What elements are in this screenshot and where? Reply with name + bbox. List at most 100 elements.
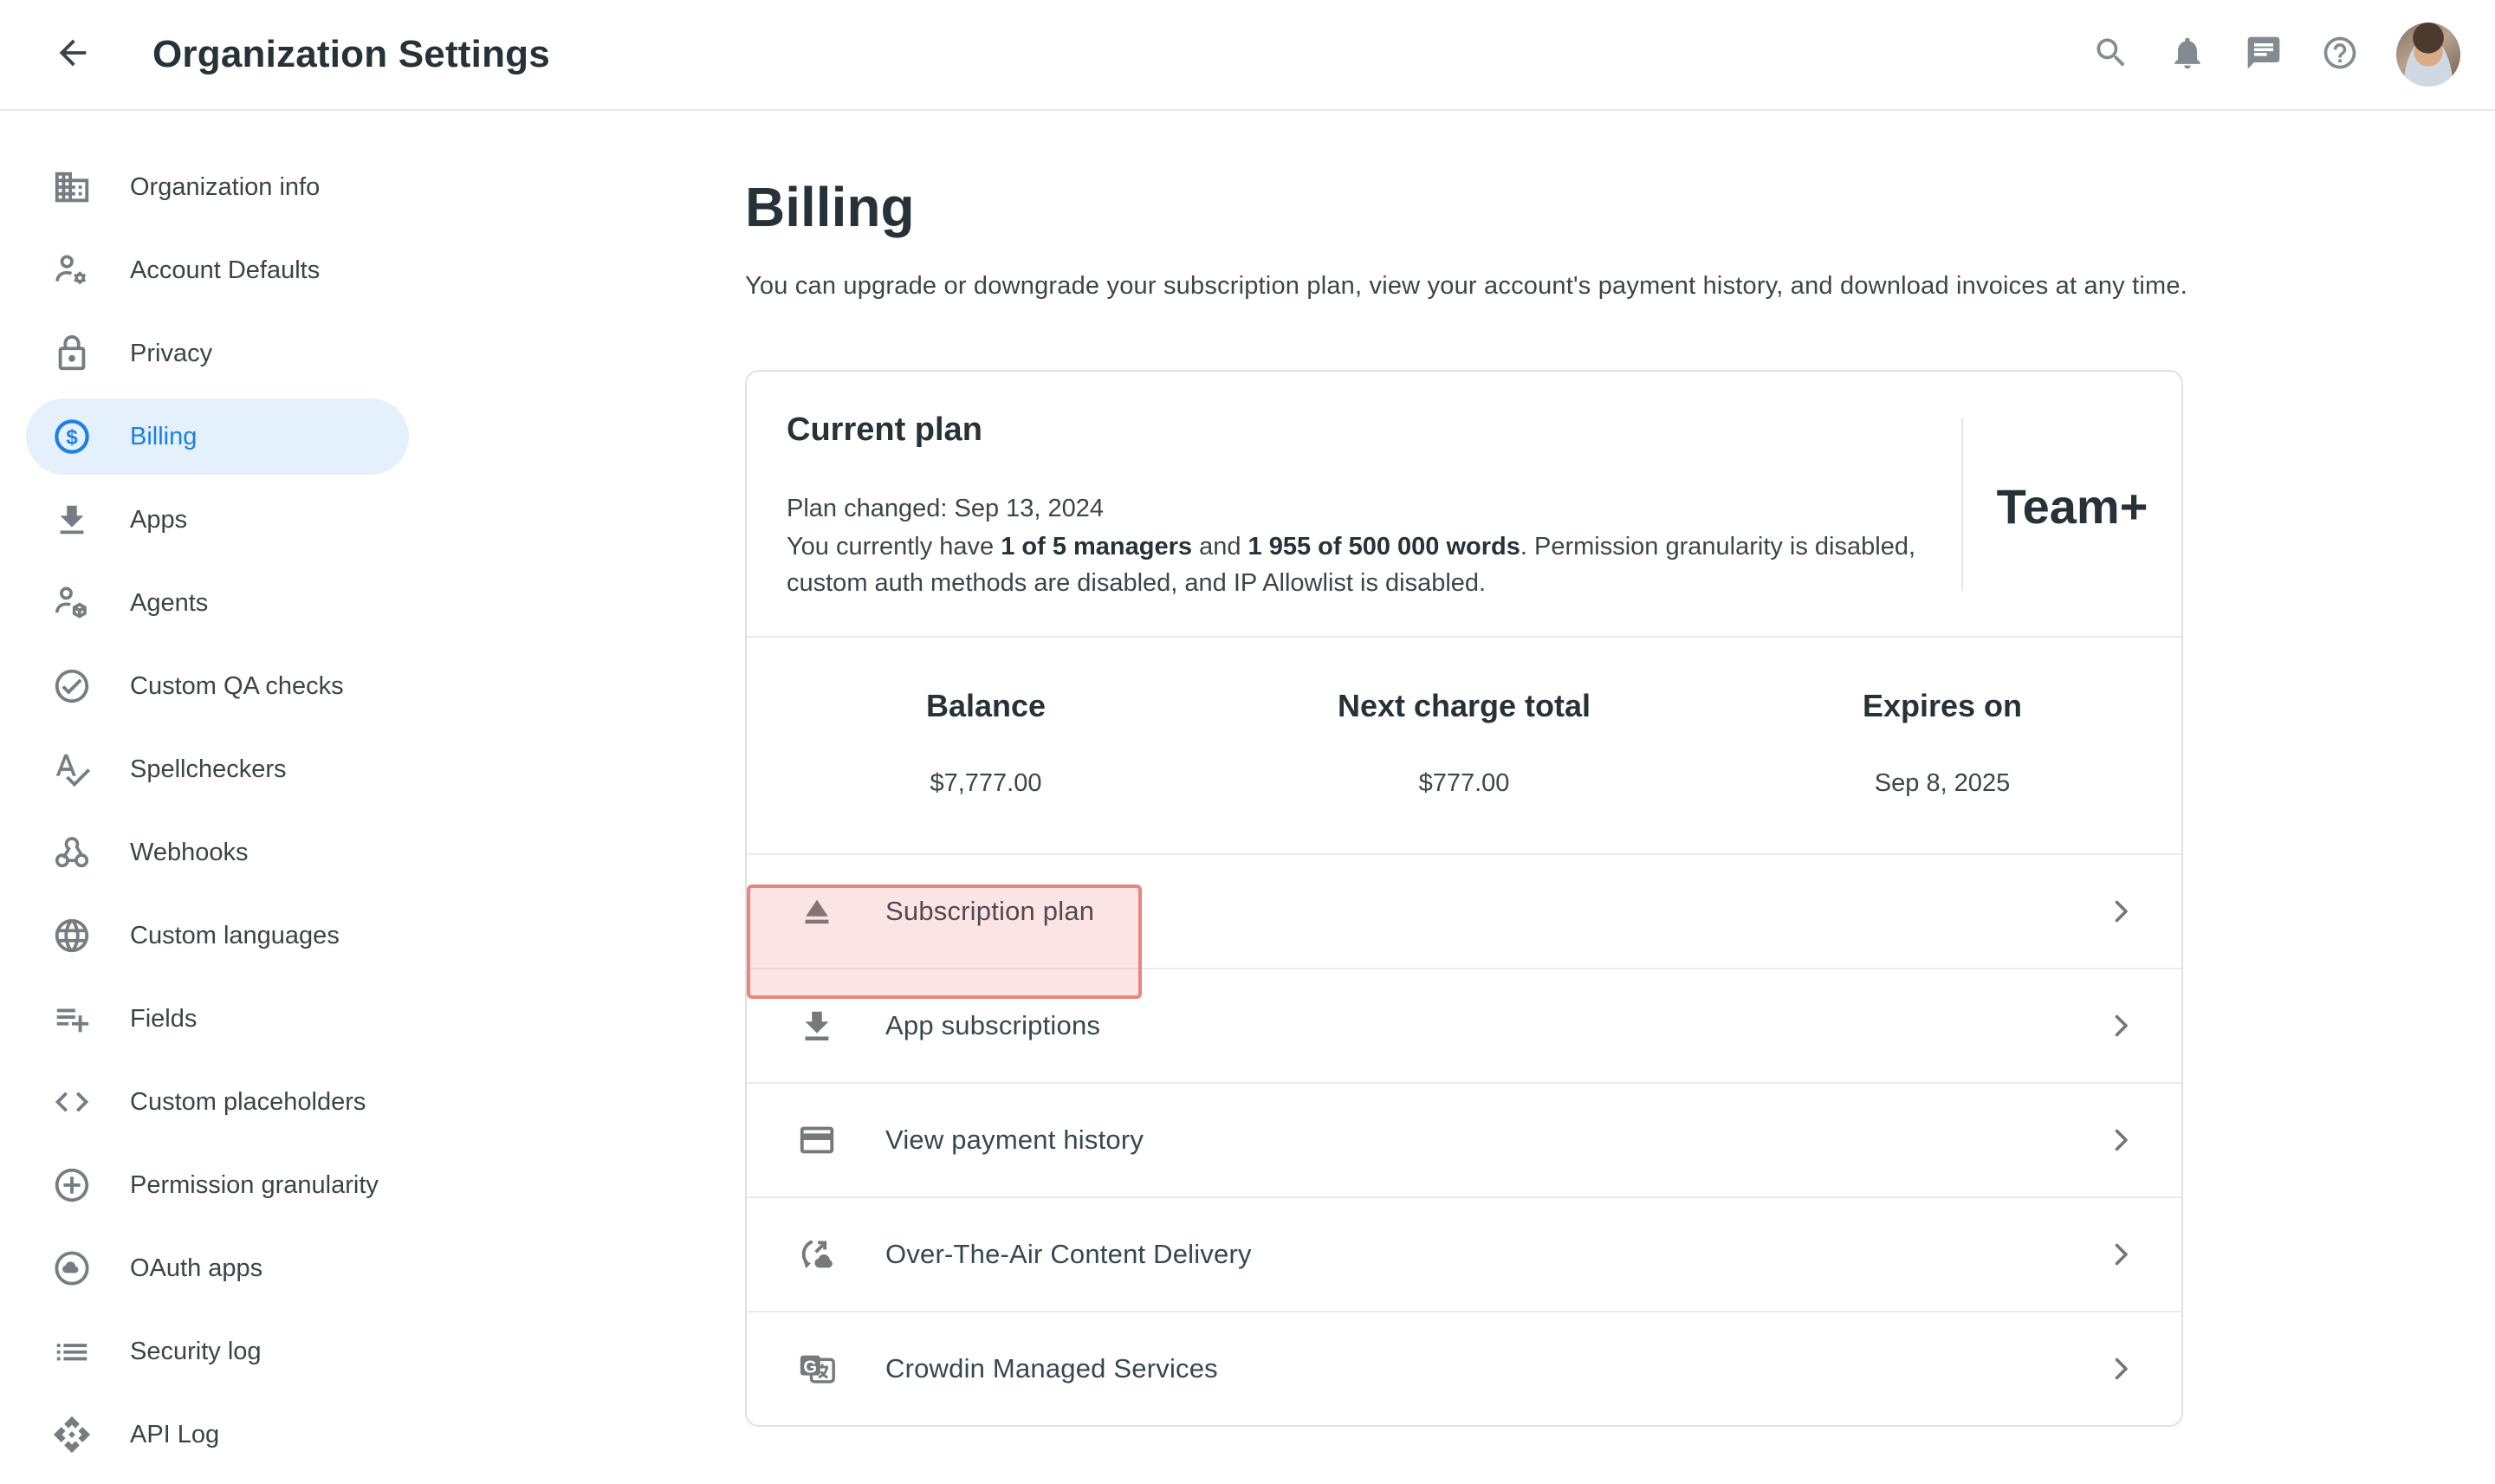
sidebar-item-label: Apps bbox=[130, 506, 187, 535]
arrow-back-icon bbox=[53, 33, 93, 77]
sidebar-item-label: Spellcheckers bbox=[130, 755, 287, 784]
cloud-circle-icon bbox=[52, 1248, 92, 1288]
chevron-right-icon bbox=[2105, 896, 2136, 927]
help-icon bbox=[2321, 34, 2359, 76]
sidebar-item-label: Custom languages bbox=[130, 922, 340, 950]
row-view-payment-history[interactable]: View payment history bbox=[747, 1082, 2181, 1196]
sidebar-item-label: OAuth apps bbox=[130, 1254, 262, 1283]
row-label: View payment history bbox=[885, 1124, 1144, 1156]
chevron-right-icon bbox=[2105, 1353, 2136, 1384]
ota-sync-icon bbox=[797, 1235, 837, 1274]
billing-actions-list: Subscription plan App subscriptions View p… bbox=[747, 853, 2181, 1425]
api-icon bbox=[52, 1415, 92, 1455]
sidebar-item-api-log[interactable]: API Log bbox=[26, 1397, 409, 1473]
account-gear-icon bbox=[52, 250, 92, 290]
messages-button[interactable] bbox=[2244, 35, 2284, 75]
stat-balance: Balance $7,777.00 bbox=[747, 688, 1225, 798]
row-over-the-air-content-delivery[interactable]: Over-The-Air Content Delivery bbox=[747, 1196, 2181, 1311]
sidebar-item-security-log[interactable]: Security log bbox=[26, 1313, 409, 1390]
globe-icon bbox=[52, 916, 92, 956]
stat-label: Next charge total bbox=[1225, 688, 1703, 724]
user-avatar[interactable] bbox=[2396, 23, 2460, 87]
sidebar-item-label: Account Defaults bbox=[130, 256, 320, 285]
chevron-right-icon bbox=[2105, 1239, 2136, 1270]
sidebar-item-label: Custom placeholders bbox=[130, 1088, 366, 1117]
dollar-circle-icon: $ bbox=[52, 417, 92, 457]
chevron-right-icon bbox=[2105, 1010, 2136, 1041]
row-label: App subscriptions bbox=[885, 1010, 1100, 1041]
current-plan-heading: Current plan bbox=[787, 412, 1961, 449]
sidebar-item-account-defaults[interactable]: Account Defaults bbox=[26, 232, 409, 308]
sidebar-item-billing[interactable]: $ Billing bbox=[26, 399, 409, 475]
sidebar-item-label: Billing bbox=[130, 423, 197, 451]
top-app-bar: Organization Settings bbox=[0, 0, 2495, 111]
page-title: Billing bbox=[745, 175, 2187, 239]
svg-text:G: G bbox=[803, 1358, 817, 1377]
sidebar-item-organization-info[interactable]: Organization info bbox=[26, 149, 409, 225]
row-label: Subscription plan bbox=[885, 896, 1094, 927]
chevron-right-icon bbox=[2105, 1124, 2136, 1156]
eject-icon bbox=[797, 891, 837, 931]
playlist-add-icon bbox=[52, 999, 92, 1039]
stat-value: $777.00 bbox=[1225, 769, 1703, 798]
billing-card: Current plan Plan changed: Sep 13, 2024 … bbox=[745, 370, 2183, 1427]
sidebar-item-label: Custom QA checks bbox=[130, 672, 344, 701]
page-description: You can upgrade or downgrade your subscr… bbox=[745, 272, 2187, 301]
code-icon bbox=[52, 1082, 92, 1122]
sidebar-item-label: Fields bbox=[130, 1005, 197, 1034]
row-subscription-plan[interactable]: Subscription plan bbox=[747, 853, 2181, 968]
row-label: Crowdin Managed Services bbox=[885, 1353, 1218, 1384]
sidebar-item-label: API Log bbox=[130, 1421, 219, 1449]
search-icon bbox=[2092, 34, 2130, 76]
stat-value: $7,777.00 bbox=[747, 769, 1225, 798]
bell-icon bbox=[2168, 34, 2207, 76]
billing-page: Billing You can upgrade or downgrade you… bbox=[450, 111, 2187, 1484]
sidebar-item-custom-qa-checks[interactable]: Custom QA checks bbox=[26, 648, 409, 724]
plan-name-badge: Team+ bbox=[1997, 478, 2148, 535]
sidebar-item-label: Permission granularity bbox=[130, 1171, 379, 1200]
sidebar-item-label: Privacy bbox=[130, 340, 212, 368]
sidebar-item-agents[interactable]: Agents bbox=[26, 565, 409, 641]
sidebar-item-label: Webhooks bbox=[130, 839, 249, 867]
agent-cube-icon bbox=[52, 583, 92, 623]
notifications-button[interactable] bbox=[2168, 35, 2207, 75]
sidebar-item-permission-granularity[interactable]: Permission granularity bbox=[26, 1147, 409, 1223]
sidebar-item-label: Agents bbox=[130, 589, 208, 618]
stat-label: Balance bbox=[747, 688, 1225, 724]
sidebar-item-label: Organization info bbox=[130, 173, 320, 202]
stat-expires-on: Expires on Sep 8, 2025 bbox=[1703, 688, 2181, 798]
sidebar-item-fields[interactable]: Fields bbox=[26, 981, 409, 1057]
managers-usage: 1 of 5 managers bbox=[1001, 533, 1192, 561]
plan-changed-text: Plan changed: Sep 13, 2024 bbox=[787, 490, 1952, 527]
webhook-icon bbox=[52, 833, 92, 872]
help-button[interactable] bbox=[2320, 35, 2360, 75]
check-circle-icon bbox=[52, 666, 92, 706]
spellcheck-icon bbox=[52, 749, 92, 789]
plan-usage-text: You currently have 1 of 5 managers and 1… bbox=[787, 528, 1952, 601]
sidebar-item-apps[interactable]: Apps bbox=[26, 482, 409, 558]
plus-circle-icon bbox=[52, 1165, 92, 1205]
sidebar-item-custom-languages[interactable]: Custom languages bbox=[26, 898, 409, 974]
sidebar-item-webhooks[interactable]: Webhooks bbox=[26, 814, 409, 891]
svg-text:$: $ bbox=[66, 425, 77, 449]
sidebar-item-spellcheckers[interactable]: Spellcheckers bbox=[26, 731, 409, 807]
translate-icon: G bbox=[797, 1349, 837, 1389]
stat-label: Expires on bbox=[1703, 688, 2181, 724]
stat-value: Sep 8, 2025 bbox=[1703, 769, 2181, 798]
credit-card-icon bbox=[797, 1120, 837, 1160]
list-icon bbox=[52, 1332, 92, 1371]
row-crowdin-managed-services[interactable]: G Crowdin Managed Services bbox=[747, 1311, 2181, 1425]
settings-sidebar: Organization info Account Defaults Privacy… bbox=[0, 111, 450, 1484]
download-tray-icon bbox=[797, 1006, 837, 1046]
sidebar-item-label: Security log bbox=[130, 1338, 262, 1366]
lock-icon bbox=[52, 334, 92, 373]
search-button[interactable] bbox=[2091, 35, 2131, 75]
download-icon bbox=[52, 500, 92, 540]
row-app-subscriptions[interactable]: App subscriptions bbox=[747, 968, 2181, 1082]
sidebar-item-custom-placeholders[interactable]: Custom placeholders bbox=[26, 1064, 409, 1140]
sidebar-item-oauth-apps[interactable]: OAuth apps bbox=[26, 1230, 409, 1306]
row-label: Over-The-Air Content Delivery bbox=[885, 1239, 1252, 1270]
sidebar-item-privacy[interactable]: Privacy bbox=[26, 315, 409, 392]
back-button[interactable] bbox=[50, 32, 95, 77]
billing-stats: Balance $7,777.00 Next charge total $777.00… bbox=[747, 636, 2181, 853]
